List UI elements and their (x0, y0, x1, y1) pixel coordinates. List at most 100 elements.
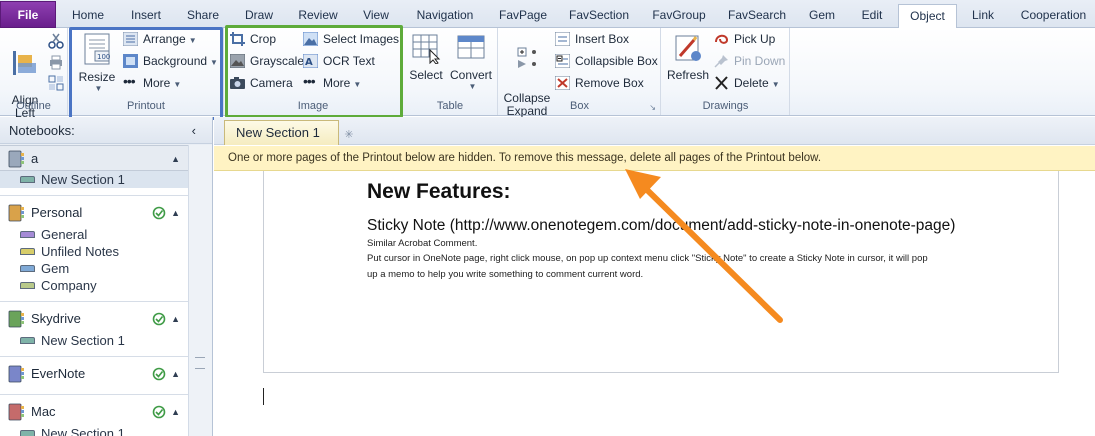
scrollbar-grip[interactable] (195, 357, 205, 369)
tab-share[interactable]: Share (180, 4, 226, 28)
notebook-item[interactable]: a ▲ (0, 145, 188, 171)
grayscale-label: Grayscale (250, 54, 305, 68)
section-name: Company (41, 278, 97, 293)
resize-button[interactable]: 100 Resize ▼ (77, 32, 117, 93)
camera-button[interactable]: Camera (230, 73, 293, 93)
table-select-button[interactable]: Select (407, 32, 445, 82)
more-dots-icon: ••• (123, 73, 136, 89)
collapsible-box-button[interactable]: Collapsible Box (555, 51, 658, 71)
tab-link[interactable]: Link (964, 4, 1002, 28)
section-item[interactable]: Unfiled Notes (0, 243, 188, 260)
printer-icon[interactable] (48, 54, 64, 70)
arrange-icon (123, 32, 138, 46)
select-images-label: Select Images (323, 32, 400, 46)
notebooks-title: Notebooks: (9, 123, 75, 138)
new-section-tab-icon[interactable]: ✳ (335, 125, 363, 145)
notebook-item[interactable]: EverNote ▲ (0, 361, 188, 387)
ocr-text-button[interactable]: A OCR Text (303, 51, 375, 71)
tab-favgroup[interactable]: FavGroup (644, 4, 714, 28)
grid-tool-icon[interactable] (48, 75, 64, 91)
section-tab-icon (20, 231, 35, 238)
align-left-icon (13, 51, 36, 75)
arrange-button[interactable]: Arrange ▼ (123, 29, 197, 49)
tab-review[interactable]: Review (292, 4, 344, 28)
background-button[interactable]: Background ▼ (123, 51, 218, 71)
page-canvas[interactable]: New Features: Sticky Note (http://www.on… (214, 171, 1095, 436)
refresh-button[interactable]: Refresh (665, 32, 711, 82)
collapse-pane-icon[interactable]: ‹ (192, 117, 196, 144)
crop-label: Crop (250, 32, 277, 46)
section-name: New Section 1 (41, 333, 125, 348)
sidebar-scrollbar[interactable] (188, 145, 212, 436)
section-tab-new-section-1[interactable]: New Section 1 (224, 120, 339, 145)
chevron-down-icon: ▼ (468, 82, 477, 91)
table-convert-button[interactable]: Convert ▼ (448, 32, 494, 91)
remove-box-button[interactable]: Remove Box (555, 73, 644, 93)
chevron-down-icon: ▼ (353, 80, 362, 89)
remove-box-icon (555, 76, 570, 90)
chevron-down-icon: ▼ (771, 80, 780, 89)
chevron-down-icon: ▼ (210, 58, 218, 67)
tab-favsection[interactable]: FavSection (564, 4, 634, 28)
notebook-icon (8, 150, 24, 168)
notebooks-pane: Notebooks: ‹ a ▲ New Section 1 Personal ▲ Gen… (0, 117, 213, 436)
tab-favsearch[interactable]: FavSearch (724, 4, 790, 28)
hidden-pages-message: One or more pages of the Printout below … (214, 146, 1095, 171)
tab-home[interactable]: Home (64, 4, 112, 28)
tab-draw[interactable]: Draw (236, 4, 282, 28)
printout-more-label: More (143, 76, 171, 90)
delete-button[interactable]: Delete ▼ (714, 73, 780, 93)
pin-icon (714, 55, 728, 68)
scissors-icon[interactable] (48, 33, 64, 49)
pin-down-button[interactable]: Pin Down (714, 51, 785, 71)
delete-x-icon (715, 76, 728, 90)
printout-line-2: Put cursor in OneNote page, right click … (367, 253, 928, 264)
tab-cooperation[interactable]: Cooperation (1012, 4, 1095, 28)
tab-navigation[interactable]: Navigation (408, 4, 482, 28)
sync-icon (152, 367, 166, 381)
tab-object[interactable]: Object (898, 4, 957, 29)
notebook-item[interactable]: Skydrive ▲ (0, 306, 188, 332)
image-more-button[interactable]: ••• More ▼ (303, 73, 361, 93)
section-item[interactable]: Gem (0, 260, 188, 277)
delete-label: Delete (734, 76, 769, 90)
tab-insert[interactable]: Insert (122, 4, 170, 28)
tab-edit[interactable]: Edit (852, 4, 892, 28)
printout-container[interactable]: New Features: Sticky Note (http://www.on… (263, 171, 1059, 373)
notebook-divider (0, 356, 188, 357)
section-item[interactable]: New Section 1 (0, 171, 188, 188)
tab-view[interactable]: View (354, 4, 398, 28)
section-name: New Section 1 (41, 426, 125, 436)
remove-box-label: Remove Box (575, 76, 644, 90)
tab-file[interactable]: File (0, 1, 56, 28)
section-item[interactable]: New Section 1 (0, 332, 188, 349)
insert-box-button[interactable]: Insert Box (555, 29, 629, 49)
section-name: Gem (41, 261, 70, 276)
chevron-up-icon[interactable]: ▲ (171, 361, 180, 387)
group-box-label: Box (570, 100, 589, 112)
notebook-icon (8, 365, 24, 383)
select-images-button[interactable]: Select Images (303, 29, 399, 49)
chevron-up-icon[interactable]: ▲ (171, 306, 180, 332)
more-dots-icon: ••• (303, 73, 316, 89)
chevron-up-icon[interactable]: ▲ (171, 399, 180, 425)
section-tab-icon (20, 176, 35, 183)
pick-up-button[interactable]: Pick Up (714, 29, 775, 49)
dialog-launcher-icon[interactable]: ↘ (649, 103, 656, 112)
camera-label: Camera (250, 76, 293, 90)
chevron-up-icon[interactable]: ▲ (171, 200, 180, 226)
notebook-item[interactable]: Personal ▲ (0, 200, 188, 226)
grayscale-button[interactable]: Grayscale (230, 51, 304, 71)
group-image-label: Image (297, 100, 329, 112)
notebook-item[interactable]: Mac ▲ (0, 399, 188, 425)
tab-gem[interactable]: Gem (800, 4, 844, 28)
section-item[interactable]: Company (0, 277, 188, 294)
printout-more-button[interactable]: ••• More ▼ (123, 73, 181, 93)
tab-favpage[interactable]: FavPage (492, 4, 554, 28)
notebook-icon (8, 204, 24, 222)
section-item[interactable]: General (0, 226, 188, 243)
chevron-up-icon[interactable]: ▲ (171, 146, 180, 172)
arrange-label: Arrange (143, 32, 186, 46)
crop-button[interactable]: Crop (230, 29, 276, 49)
section-item[interactable]: New Section 1 (0, 425, 188, 436)
